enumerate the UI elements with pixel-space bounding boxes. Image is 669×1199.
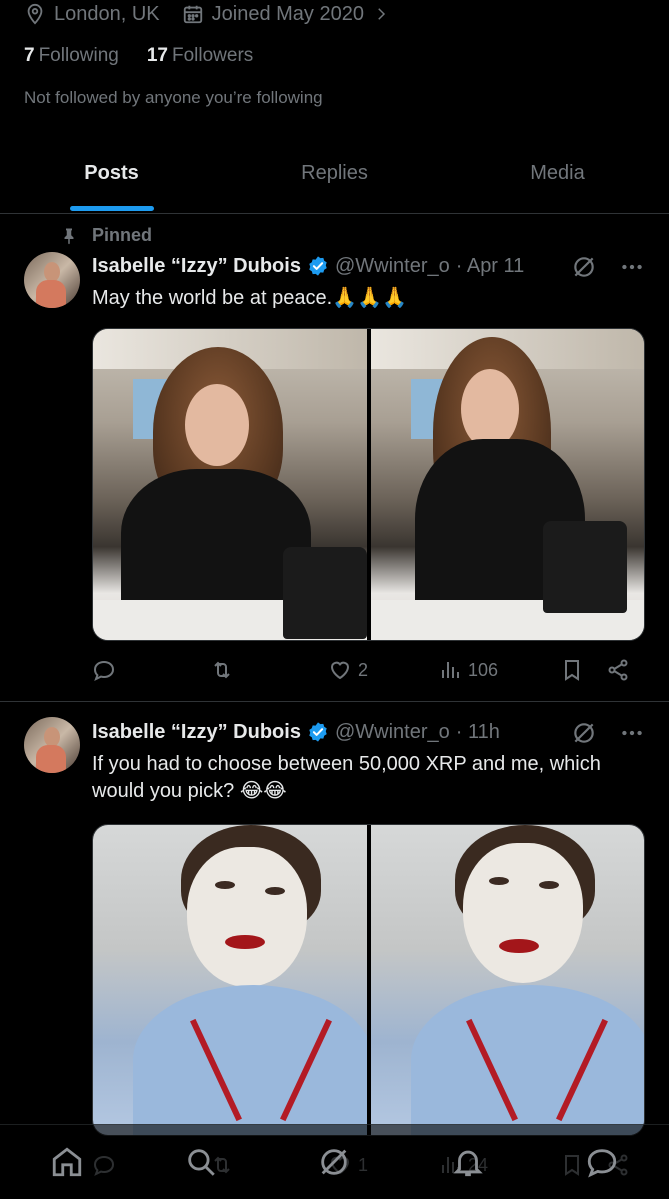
not-followed-text: Not followed by anyone you’re following	[24, 88, 323, 107]
post-text: If you had to choose between 50,000 XRP …	[92, 753, 601, 802]
like-button[interactable]: 2	[328, 658, 438, 682]
photo-eye	[215, 881, 235, 889]
avatar-head	[44, 262, 60, 282]
photo-eye	[538, 881, 559, 889]
active-tab-indicator	[69, 206, 154, 211]
author-name[interactable]: Isabelle “Izzy” Dubois	[92, 255, 301, 278]
photo-face	[460, 369, 519, 449]
verified-badge-icon	[309, 722, 327, 742]
photo-eye	[488, 877, 509, 885]
grok-icon	[321, 1149, 348, 1175]
photo-bag	[542, 521, 627, 613]
bell-icon	[453, 1150, 484, 1177]
tab-posts-label: Posts	[84, 162, 139, 184]
photo-face	[462, 843, 583, 983]
pinned-label: Pinned	[92, 225, 153, 245]
photo-face	[185, 384, 249, 466]
avatar[interactable]	[24, 252, 80, 308]
following-link[interactable]: 7 Following	[24, 45, 119, 67]
grok-icon[interactable]	[571, 720, 597, 746]
photo-eye	[265, 887, 285, 895]
media-photo[interactable]	[93, 825, 367, 1135]
post-header: Isabelle “Izzy” Dubois @Wwinter_o · Apr …	[92, 252, 524, 280]
tab-replies-label: Replies	[301, 162, 368, 184]
views-count: 106	[468, 659, 499, 680]
share-icon	[608, 659, 628, 681]
tab-posts[interactable]: Posts	[0, 140, 223, 213]
more-dots-icon[interactable]	[619, 720, 645, 746]
following-count: 7	[24, 45, 35, 66]
avatar-head	[44, 727, 60, 747]
messages-icon	[587, 1149, 617, 1178]
followers-label: Followers	[171, 45, 254, 66]
views-icon	[442, 662, 459, 678]
nav-messages[interactable]	[585, 1145, 619, 1179]
nav-home[interactable]	[50, 1145, 84, 1179]
profile-tabs: Posts Replies Media	[0, 140, 669, 214]
media-photo[interactable]	[93, 329, 367, 640]
chevron-right-icon	[378, 8, 386, 20]
post-card[interactable]: Pinned Isabelle “Izzy” Dubois @Wwinter_o…	[0, 215, 669, 702]
share-button[interactable]	[606, 658, 630, 682]
photo-shirt	[133, 985, 367, 1135]
views-button[interactable]: 106	[438, 658, 560, 682]
heart-icon	[330, 661, 350, 680]
author-handle[interactable]: @Wwinter_o	[335, 255, 450, 278]
post-time[interactable]: · 11h	[456, 721, 500, 744]
post-top-actions	[571, 254, 645, 280]
retweet-button[interactable]	[210, 658, 328, 682]
tab-media[interactable]: Media	[446, 140, 669, 213]
more-dots-icon[interactable]	[619, 254, 645, 280]
followers-count: 17	[146, 45, 168, 66]
photo-bag	[283, 547, 367, 639]
post-text: May the world be at peace.🙏🙏🙏	[92, 287, 407, 309]
nav-search[interactable]	[184, 1145, 218, 1179]
followers-link[interactable]: 17 Followers	[147, 45, 253, 67]
pinned-indicator: Pinned	[60, 225, 152, 246]
verified-badge-icon	[309, 256, 327, 276]
author-handle[interactable]: @Wwinter_o	[335, 721, 450, 744]
post-actions: 2 106	[92, 658, 645, 682]
location-text: London, UK	[54, 2, 160, 25]
tab-replies[interactable]: Replies	[223, 140, 446, 213]
avatar-body	[36, 280, 66, 308]
location-pin-icon	[27, 3, 43, 25]
retweet-icon	[214, 661, 230, 679]
bookmark-button[interactable]	[560, 658, 606, 682]
media-photo[interactable]	[370, 329, 644, 640]
like-count: 2	[358, 659, 369, 680]
pin-icon	[64, 228, 74, 244]
author-name[interactable]: Isabelle “Izzy” Dubois	[92, 721, 301, 744]
joined-item[interactable]: Joined May 2020	[182, 3, 390, 26]
following-label: Following	[38, 45, 119, 66]
post-top-actions	[571, 720, 645, 746]
calendar-icon	[183, 5, 202, 24]
post-time[interactable]: · Apr 11	[456, 255, 525, 278]
nav-grok[interactable]	[317, 1145, 351, 1179]
reply-icon	[93, 660, 115, 681]
post-header: Isabelle “Izzy” Dubois @Wwinter_o · 11h	[92, 718, 500, 746]
photo-lips	[225, 935, 265, 949]
bookmark-icon	[565, 660, 579, 681]
reply-button[interactable]	[92, 658, 210, 682]
search-icon	[187, 1149, 215, 1176]
photo-lips	[498, 939, 539, 953]
avatar-body	[36, 745, 66, 773]
photo-shirt	[410, 985, 644, 1135]
avatar[interactable]	[24, 717, 80, 773]
joined-text: Joined May 2020	[211, 2, 364, 25]
nav-notifications[interactable]	[451, 1145, 485, 1179]
tab-media-label: Media	[530, 162, 585, 184]
bottom-nav	[0, 1124, 669, 1199]
home-icon	[52, 1147, 82, 1177]
profile-meta: London, UK Joined May 2020	[24, 0, 390, 28]
post-media[interactable]	[92, 824, 645, 1136]
media-photo[interactable]	[370, 825, 644, 1135]
location-item: London, UK	[24, 3, 160, 26]
grok-icon[interactable]	[571, 254, 597, 280]
post-media[interactable]	[92, 328, 645, 641]
follow-stats: 7 Following 17 Followers	[24, 45, 253, 67]
photo-face	[187, 847, 307, 987]
